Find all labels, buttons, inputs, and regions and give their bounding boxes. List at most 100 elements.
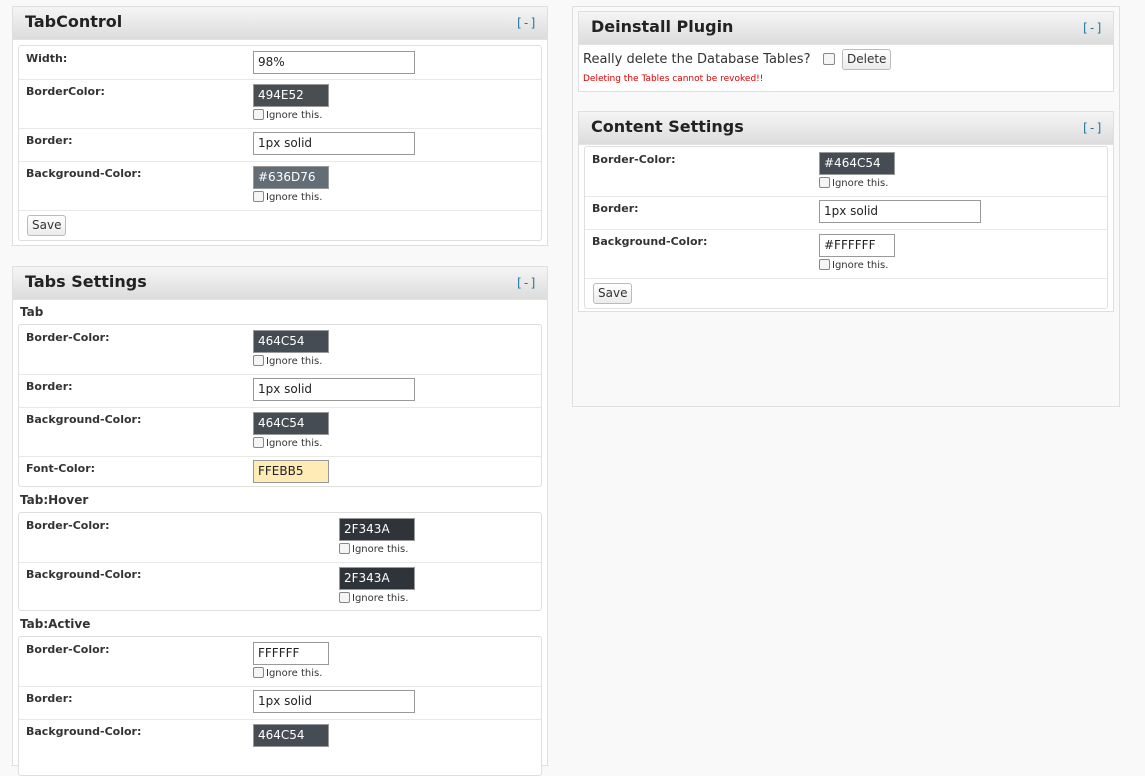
active-bg-color-label: Background-Color: [26, 725, 142, 738]
field-row-save: Save [19, 210, 541, 242]
hover-bg-color-label: Background-Color: [26, 568, 142, 581]
tabs-settings-title: Tabs Settings [25, 272, 147, 291]
tab-bg-color-row: Background-Color: 464C54 Ignore this. [19, 407, 541, 457]
content-settings-collapse-toggle[interactable]: [-] [1081, 121, 1103, 135]
hover-bg-color-input[interactable]: 2F343A [339, 567, 415, 590]
deinstall-title: Deinstall Plugin [591, 17, 734, 36]
tab-active-fields: Border-Color: FFFFFF Ignore this. Border… [18, 636, 542, 776]
deinstall-header: Deinstall Plugin [-] [579, 12, 1113, 45]
content-settings-fields: Border-Color: #464C54 Ignore this. Borde… [584, 146, 1108, 309]
content-save-button[interactable]: Save [593, 283, 633, 304]
tabcontrol-save-button[interactable]: Save [27, 215, 67, 236]
active-border-color-ignore[interactable]: Ignore this. [253, 667, 322, 681]
active-border-label: Border: [26, 692, 73, 705]
bordercolor-label: BorderColor: [26, 85, 105, 98]
tab-border-color-row: Border-Color: 464C54 Ignore this. [19, 325, 541, 375]
active-bg-color-input[interactable]: 464C54 [253, 724, 329, 747]
tabcontrol-title: TabControl [25, 12, 123, 31]
checkbox-icon[interactable] [819, 177, 830, 188]
active-border-row: Border: 1px solid [19, 686, 541, 720]
bordercolor-ignore[interactable]: Ignore this. [253, 109, 322, 123]
checkbox-icon[interactable] [253, 191, 264, 202]
tab-border-row: Border: 1px solid [19, 374, 541, 408]
tab-active-heading: Tab:Active [20, 617, 91, 631]
field-row-width: Width: 98% [19, 46, 541, 80]
tabcontrol-box: TabControl [-] Width: 98% BorderColor: 4… [12, 6, 548, 246]
bgcolor-ignore[interactable]: Ignore this. [253, 191, 322, 205]
checkbox-icon[interactable] [339, 592, 350, 603]
tabcontrol-header: TabControl [-] [13, 7, 547, 40]
content-border-input[interactable]: 1px solid [819, 200, 981, 223]
tab-border-label: Border: [26, 380, 73, 393]
checkbox-icon[interactable] [253, 667, 264, 678]
tab-bg-color-label: Background-Color: [26, 413, 142, 426]
tab-bg-color-input[interactable]: 464C54 [253, 412, 329, 435]
checkbox-icon[interactable] [253, 355, 264, 366]
content-border-color-input[interactable]: #464C54 [819, 152, 895, 175]
content-settings-box: Content Settings [-] Border-Color: #464C… [578, 111, 1114, 312]
tab-font-color-input[interactable]: FFEBB5 [253, 460, 329, 483]
width-label: Width: [26, 52, 68, 65]
tab-border-color-input[interactable]: 464C54 [253, 330, 329, 353]
active-bg-color-row: Background-Color: 464C54 [19, 719, 541, 768]
active-border-color-row: Border-Color: FFFFFF Ignore this. [19, 637, 541, 687]
bgcolor-input[interactable]: #636D76 [253, 166, 329, 189]
deinstall-confirm-checkbox[interactable] [823, 53, 835, 65]
checkbox-icon[interactable] [819, 259, 830, 270]
field-row-bordercolor: BorderColor: 494E52 Ignore this. [19, 79, 541, 129]
tab-border-color-label: Border-Color: [26, 331, 110, 344]
tabs-settings-collapse-toggle[interactable]: [-] [515, 276, 537, 290]
left-column: TabControl [-] Width: 98% BorderColor: 4… [12, 6, 548, 776]
content-bg-color-ignore[interactable]: Ignore this. [819, 259, 888, 273]
tab-border-input[interactable]: 1px solid [253, 378, 415, 401]
tabcontrol-fields: Width: 98% BorderColor: 494E52 Ignore th… [18, 45, 542, 241]
width-input[interactable]: 98% [253, 51, 415, 74]
tabs-settings-header: Tabs Settings [-] [13, 267, 547, 300]
tab-font-color-row: Font-Color: FFEBB5 [19, 456, 541, 488]
checkbox-icon[interactable] [339, 543, 350, 554]
tabs-settings-box: Tabs Settings [-] Tab Border-Color: 464C… [12, 266, 548, 776]
field-row-bgcolor: Background-Color: #636D76 Ignore this. [19, 161, 541, 211]
hover-border-color-ignore[interactable]: Ignore this. [339, 543, 408, 557]
active-border-color-input[interactable]: FFFFFF [253, 642, 329, 665]
hover-border-color-label: Border-Color: [26, 519, 110, 532]
tab-hover-heading: Tab:Hover [20, 493, 89, 507]
content-border-color-ignore[interactable]: Ignore this. [819, 177, 888, 191]
hover-border-color-row: Border-Color: 2F343A Ignore this. [19, 513, 541, 563]
deinstall-warning: Deleting the Tables cannot be revoked!! [583, 74, 764, 84]
tab-heading: Tab [20, 305, 44, 319]
deinstall-collapse-toggle[interactable]: [-] [1081, 21, 1103, 35]
content-border-color-label: Border-Color: [592, 153, 676, 166]
tab-hover-fields: Border-Color: 2F343A Ignore this. Backgr… [18, 512, 542, 611]
checkbox-icon[interactable] [253, 437, 264, 448]
tabcontrol-collapse-toggle[interactable]: [-] [515, 16, 537, 30]
field-row-border: Border: 1px solid [19, 128, 541, 162]
content-bg-color-row: Background-Color: #FFFFFF Ignore this. [585, 229, 1107, 279]
content-bg-color-label: Background-Color: [592, 235, 708, 248]
bordercolor-input[interactable]: 494E52 [253, 84, 329, 107]
tab-font-color-label: Font-Color: [26, 462, 96, 475]
content-settings-title: Content Settings [591, 117, 744, 136]
active-border-color-label: Border-Color: [26, 643, 110, 656]
content-settings-header: Content Settings [-] [579, 112, 1113, 145]
content-border-label: Border: [592, 202, 639, 215]
hover-bg-color-ignore[interactable]: Ignore this. [339, 592, 408, 606]
delete-button[interactable]: Delete [842, 49, 892, 70]
checkbox-icon[interactable] [253, 109, 264, 120]
tab-fields: Border-Color: 464C54 Ignore this. Border… [18, 324, 542, 487]
active-border-input[interactable]: 1px solid [253, 690, 415, 713]
border-label: Border: [26, 134, 73, 147]
border-input[interactable]: 1px solid [253, 132, 415, 155]
deinstall-question: Really delete the Database Tables? [583, 52, 811, 67]
content-border-color-row: Border-Color: #464C54 Ignore this. [585, 147, 1107, 197]
right-column: Deinstall Plugin [-] Really delete the D… [572, 6, 1120, 407]
content-save-row: Save [585, 278, 1107, 310]
deinstall-box: Deinstall Plugin [-] Really delete the D… [578, 11, 1114, 92]
tab-bg-color-ignore[interactable]: Ignore this. [253, 437, 322, 451]
content-bg-color-input[interactable]: #FFFFFF [819, 234, 895, 257]
hover-bg-color-row: Background-Color: 2F343A Ignore this. [19, 562, 541, 611]
bgcolor-label: Background-Color: [26, 167, 142, 180]
hover-border-color-input[interactable]: 2F343A [339, 518, 415, 541]
content-border-row: Border: 1px solid [585, 196, 1107, 230]
tab-border-color-ignore[interactable]: Ignore this. [253, 355, 322, 369]
